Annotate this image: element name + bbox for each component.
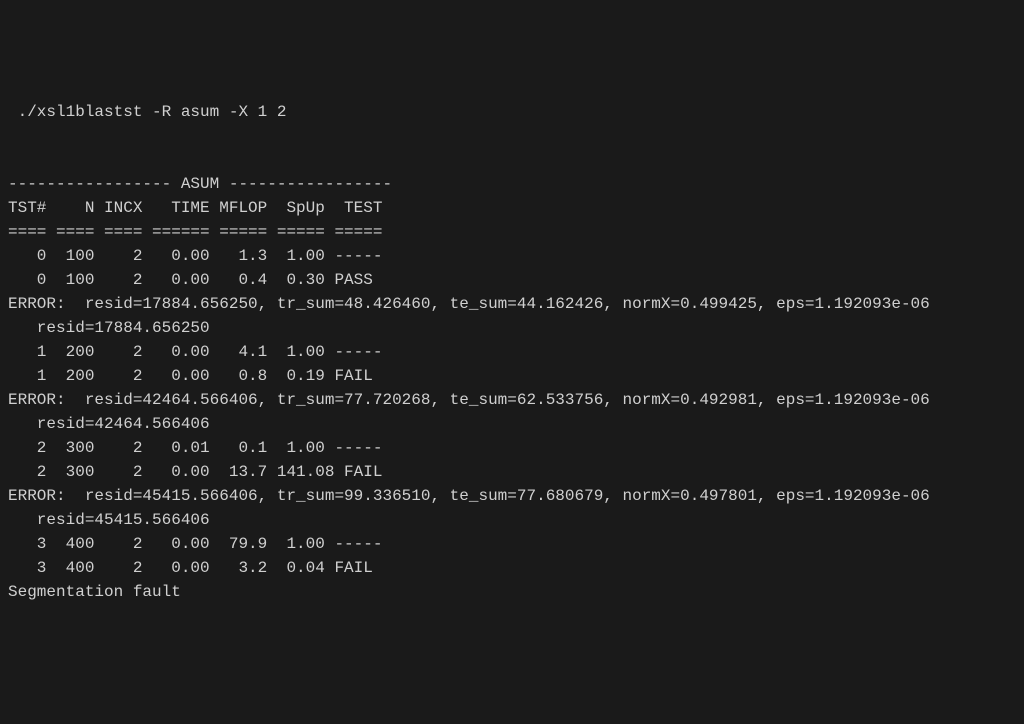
header-underline: ==== ==== ==== ====== ===== ===== ===== [8,223,382,241]
error-line: ERROR: resid=42464.566406, tr_sum=77.720… [8,391,930,409]
error-line: resid=42464.566406 [8,415,210,433]
error-line: resid=45415.566406 [8,511,210,529]
terminal-output: ./xsl1blastst -R asum -X 1 2 -----------… [8,100,1016,604]
result-row: 2 300 2 0.01 0.1 1.00 ----- [8,439,382,457]
segfault-line: Segmentation fault [8,583,181,601]
result-row: 3 400 2 0.00 79.9 1.00 ----- [8,535,382,553]
result-row: 3 400 2 0.00 3.2 0.04 FAIL [8,559,373,577]
section-divider: ----------------- ASUM ----------------- [8,175,392,193]
result-row: 1 200 2 0.00 4.1 1.00 ----- [8,343,382,361]
error-line: ERROR: resid=45415.566406, tr_sum=99.336… [8,487,930,505]
error-line: ERROR: resid=17884.656250, tr_sum=48.426… [8,295,930,313]
error-line: resid=17884.656250 [8,319,210,337]
result-row: 0 100 2 0.00 1.3 1.00 ----- [8,247,382,265]
command-line: ./xsl1blastst -R asum -X 1 2 [8,103,286,121]
result-row: 2 300 2 0.00 13.7 141.08 FAIL [8,463,382,481]
result-row: 1 200 2 0.00 0.8 0.19 FAIL [8,367,373,385]
result-row: 0 100 2 0.00 0.4 0.30 PASS [8,271,373,289]
column-headers: TST# N INCX TIME MFLOP SpUp TEST [8,199,382,217]
